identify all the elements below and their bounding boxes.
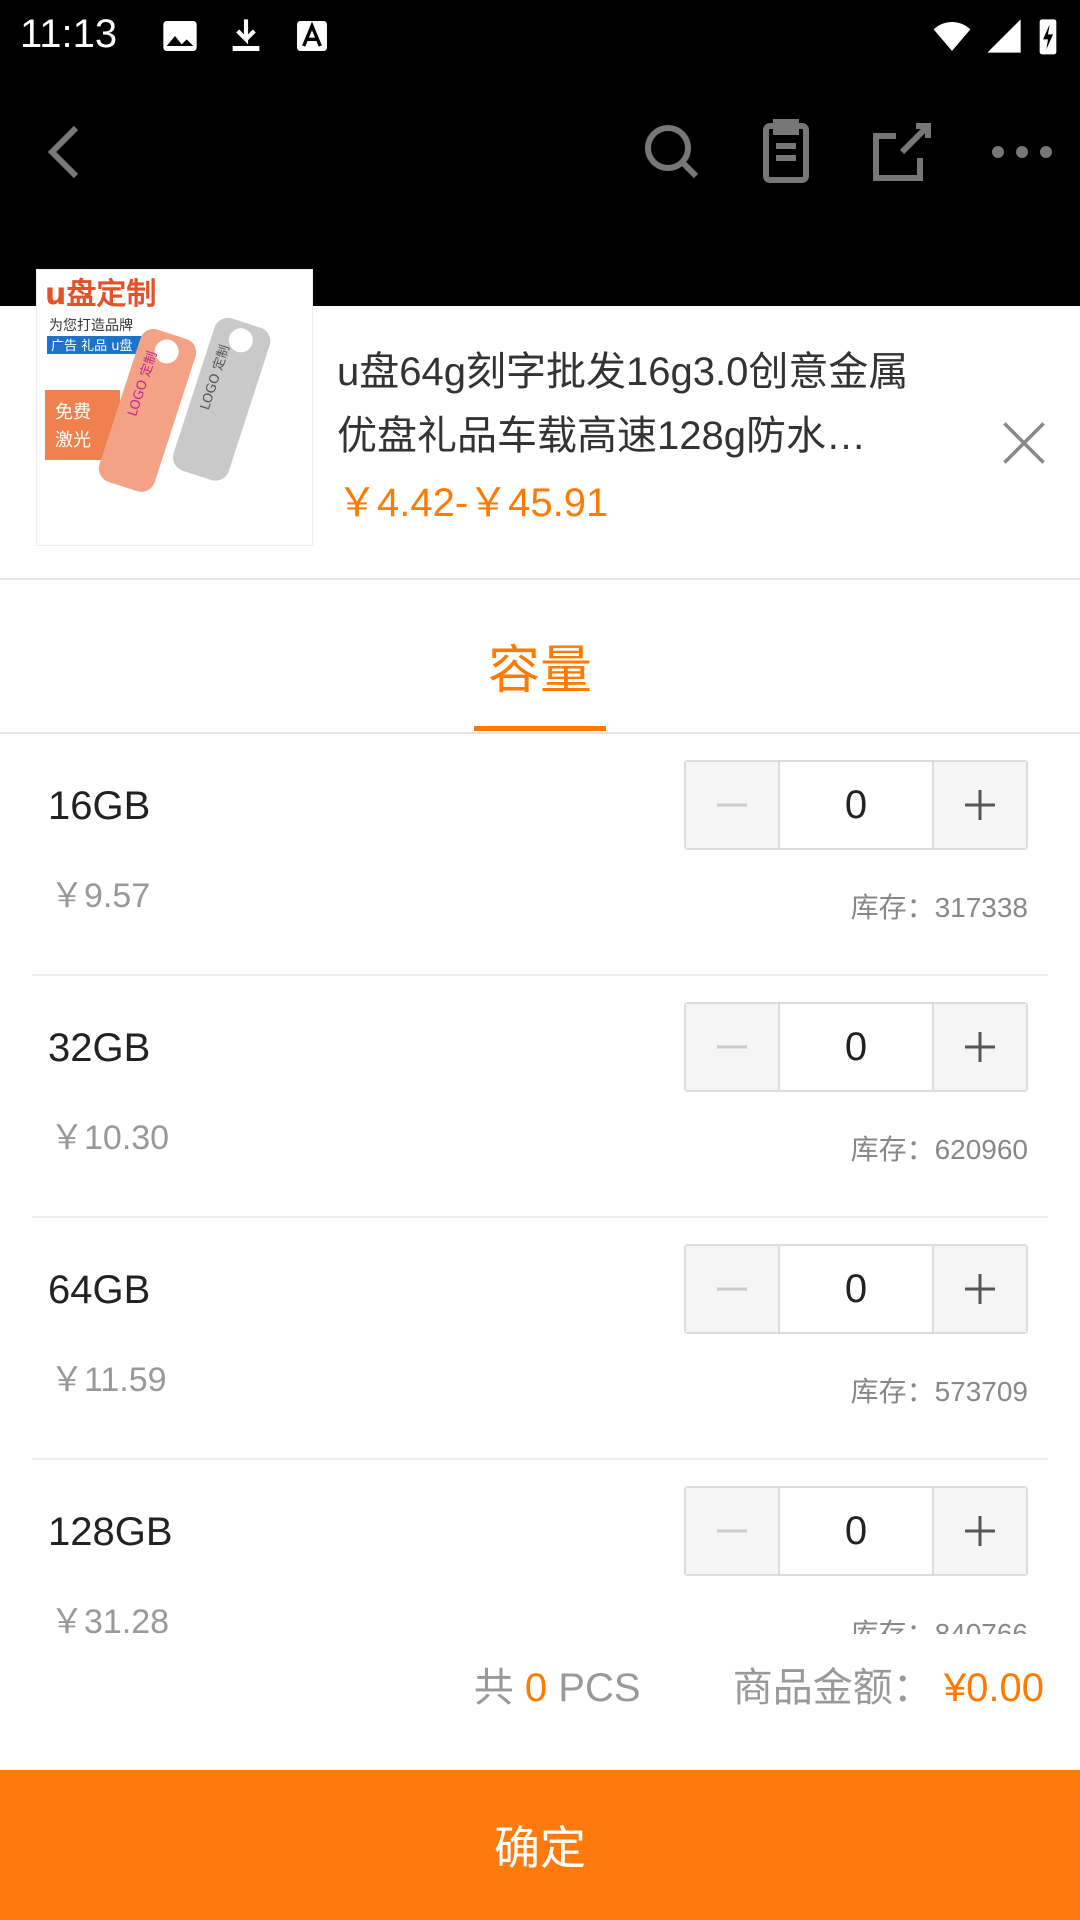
capacity-label: 16GB	[48, 784, 151, 828]
clipboard-icon[interactable]	[746, 112, 826, 192]
list-item: 128GB ￥31.28 0 库存：840766	[32, 1460, 1048, 1634]
status-bar: 11:13	[0, 0, 1080, 72]
total-count: 0	[524, 1666, 548, 1710]
minus-icon	[717, 1529, 747, 1533]
quantity-stepper: 0	[684, 760, 1028, 850]
decrement-button[interactable]	[686, 1488, 778, 1574]
quantity-value[interactable]: 0	[778, 1246, 934, 1332]
unit-price: ￥10.30	[50, 1119, 170, 1157]
increment-button[interactable]	[934, 1488, 1026, 1574]
confirm-button[interactable]: 确定	[0, 1770, 1080, 1920]
increment-button[interactable]	[934, 1246, 1026, 1332]
divider	[0, 578, 1080, 580]
amount-label: 商品金额：	[732, 1666, 933, 1710]
order-summary: 共 0 PCS 商品金额： ¥0.00	[474, 1655, 1044, 1713]
quantity-stepper: 0	[684, 1002, 1028, 1092]
capacity-label: 64GB	[48, 1268, 151, 1312]
svg-text:为您打造品牌: 为您打造品牌	[49, 317, 133, 334]
product-image: u盘定制 为您打造品牌 广告 礼品 u盘 免费 激光 LOGO 定制 LOGO …	[37, 270, 312, 545]
capacity-label: 128GB	[48, 1510, 173, 1554]
quantity-value[interactable]: 0	[778, 1488, 934, 1574]
stock-label: 库存：573709	[850, 1376, 1028, 1407]
stock-label: 库存：317338	[850, 892, 1028, 923]
quantity-value[interactable]: 0	[778, 762, 934, 848]
minus-icon	[717, 1045, 747, 1049]
total-prefix: 共	[473, 1666, 514, 1710]
status-time: 11:13	[20, 12, 118, 56]
svg-text:u盘定制: u盘定制	[45, 277, 156, 312]
plus-icon	[965, 1274, 995, 1304]
list-item: 64GB ￥11.59 0 库存：573709	[32, 1218, 1048, 1460]
quantity-stepper: 0	[684, 1244, 1028, 1334]
stock-label: 库存：620960	[850, 1134, 1028, 1165]
more-icon[interactable]	[982, 112, 1062, 192]
list-item: 16GB ￥9.57 0 库存：317338	[32, 734, 1048, 976]
wifi-icon	[933, 22, 971, 51]
image-icon	[163, 21, 197, 51]
unit-price: ￥11.59	[50, 1361, 167, 1399]
product-title: u盘64g刻字批发16g3.0创意金属优盘礼品车载高速128g防水…	[337, 350, 909, 458]
quantity-value[interactable]: 0	[778, 1004, 934, 1090]
product-price-range: ￥4.42-￥45.91	[337, 481, 609, 525]
battery-icon	[1039, 19, 1057, 55]
back-icon[interactable]	[26, 112, 106, 192]
tab-capacity[interactable]: 容量	[0, 628, 1080, 703]
text-icon	[297, 21, 327, 51]
list-item: 32GB ￥10.30 0 库存：620960	[32, 976, 1048, 1218]
unit-price: ￥31.28	[50, 1603, 170, 1634]
share-icon[interactable]	[860, 112, 940, 192]
quantity-stepper: 0	[684, 1486, 1028, 1576]
decrement-button[interactable]	[686, 1004, 778, 1090]
svg-text:激光: 激光	[55, 430, 91, 451]
increment-button[interactable]	[934, 1004, 1026, 1090]
svg-text:免费: 免费	[55, 402, 91, 423]
increment-button[interactable]	[934, 762, 1026, 848]
decrement-button[interactable]	[686, 1246, 778, 1332]
sku-list[interactable]: 16GB ￥9.57 0 库存：317338 32GB ￥10.30 0 库存：…	[32, 734, 1048, 1634]
amount-value: ¥0.00	[943, 1666, 1044, 1710]
unit-price: ￥9.57	[50, 877, 151, 915]
plus-icon	[965, 790, 995, 820]
plus-icon	[965, 1516, 995, 1546]
decrement-button[interactable]	[686, 762, 778, 848]
plus-icon	[965, 1032, 995, 1062]
svg-text:广告 礼品 u盘: 广告 礼品 u盘	[51, 338, 133, 354]
stock-label: 库存：840766	[850, 1618, 1028, 1634]
total-unit: PCS	[558, 1666, 641, 1710]
close-icon[interactable]	[996, 415, 1052, 471]
search-icon[interactable]	[632, 112, 712, 192]
download-icon	[232, 19, 260, 51]
minus-icon	[717, 803, 747, 807]
capacity-label: 32GB	[48, 1026, 151, 1070]
tab-indicator	[474, 726, 606, 731]
signal-icon	[987, 19, 1021, 53]
minus-icon	[717, 1287, 747, 1291]
